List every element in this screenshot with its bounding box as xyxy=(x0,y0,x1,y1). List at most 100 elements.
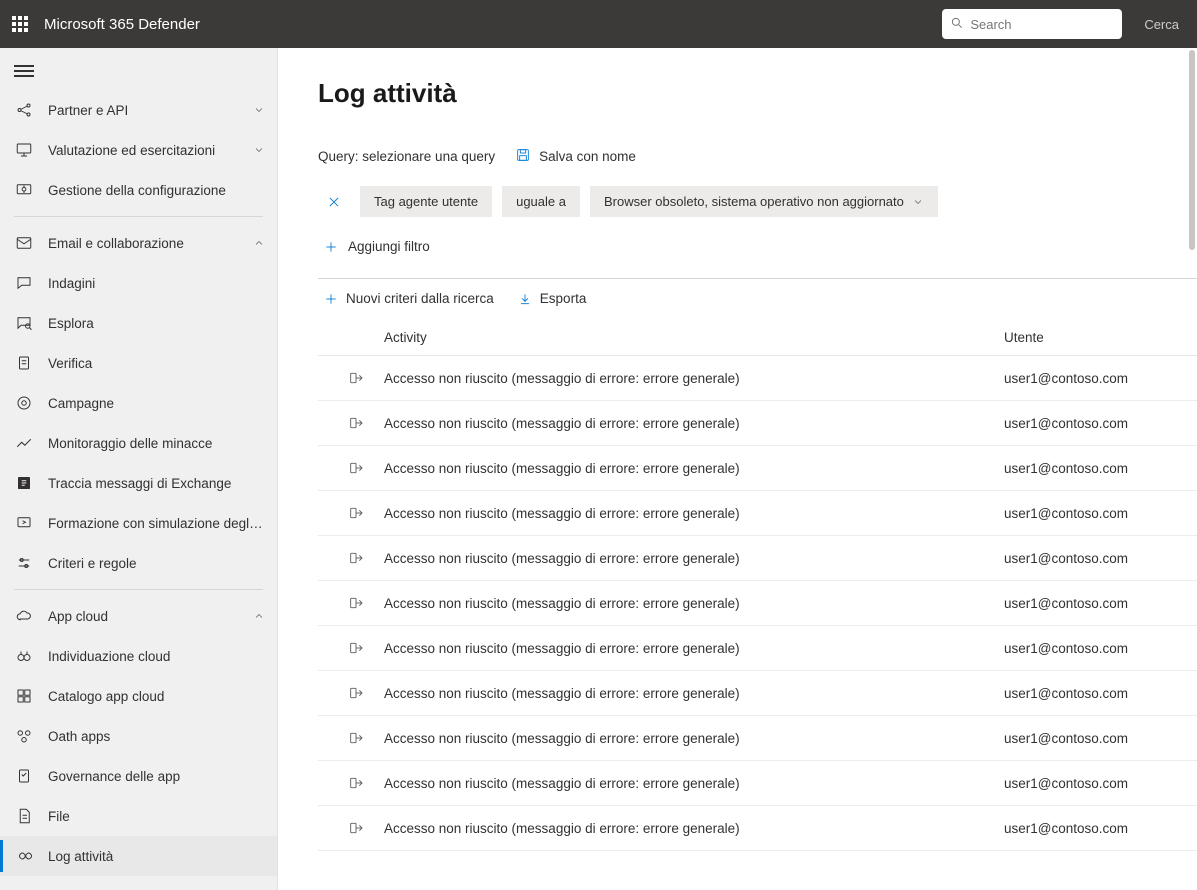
table-row[interactable]: Accesso non riuscito (messaggio di error… xyxy=(318,761,1197,806)
sidebar-item-formazione-con-simulazione-degli-attacchi[interactable]: Formazione con simulazione degli attacch… xyxy=(0,503,277,543)
grid-icon xyxy=(14,686,34,706)
scrollbar[interactable] xyxy=(1189,50,1195,888)
sidebar-item-label: Formazione con simulazione degli attacch… xyxy=(48,516,265,531)
user-cell: user1@contoso.com xyxy=(1004,686,1128,701)
sidebar-item-verifica[interactable]: Verifica xyxy=(0,343,277,383)
remove-filter-button[interactable] xyxy=(322,190,346,214)
sidebar-item-label: Catalogo app cloud xyxy=(48,689,265,704)
table-row[interactable]: Accesso non riuscito (messaggio di error… xyxy=(318,401,1197,446)
sidebar-item-label: Campagne xyxy=(48,396,265,411)
activity-cell: Accesso non riuscito (messaggio di error… xyxy=(384,371,1004,386)
sidebar-item-label: Valutazione ed esercitazioni xyxy=(48,143,253,158)
activity-cell: Accesso non riuscito (messaggio di error… xyxy=(384,731,1004,746)
logout-icon xyxy=(346,640,366,656)
save-as-button[interactable]: Salva con nome xyxy=(515,147,636,166)
user-cell: user1@contoso.com xyxy=(1004,461,1128,476)
column-activity[interactable]: Activity xyxy=(384,330,1004,345)
sidebar-item-label: Individuazione cloud xyxy=(48,649,265,664)
sidebar-item-valutazione-ed-esercitazioni[interactable]: Valutazione ed esercitazioni xyxy=(0,130,277,170)
sidebar-item-governance-delle-app[interactable]: Governance delle app xyxy=(0,756,277,796)
table-row[interactable]: Accesso non riuscito (messaggio di error… xyxy=(318,671,1197,716)
user-cell: user1@contoso.com xyxy=(1004,731,1128,746)
chevron-down-icon xyxy=(912,196,924,208)
plus-icon xyxy=(324,240,338,254)
save-icon xyxy=(515,147,531,166)
binoculars-icon xyxy=(14,646,34,666)
logout-icon xyxy=(346,550,366,566)
sidebar-item-label: Partner e API xyxy=(48,103,253,118)
sidebar-item-gestione-della-configurazione[interactable]: Gestione della configurazione xyxy=(0,170,277,210)
sidebar-item-monitoraggio-delle-minacce[interactable]: Monitoraggio delle minacce xyxy=(0,423,277,463)
activity-cell: Accesso non riuscito (messaggio di error… xyxy=(384,416,1004,431)
table-row[interactable]: Accesso non riuscito (messaggio di error… xyxy=(318,626,1197,671)
sidebar-item-label: Criteri e regole xyxy=(48,556,265,571)
clipboard-icon xyxy=(14,353,34,373)
activity-cell: Accesso non riuscito (messaggio di error… xyxy=(384,776,1004,791)
new-policy-button[interactable]: Nuovi criteri dalla ricerca xyxy=(324,291,494,306)
sidebar-item-label: Monitoraggio delle minacce xyxy=(48,436,265,451)
close-icon xyxy=(327,195,341,209)
divider xyxy=(14,589,263,590)
user-cell: user1@contoso.com xyxy=(1004,551,1128,566)
filter-value-pill[interactable]: Browser obsoleto, sistema operativo non … xyxy=(590,186,938,217)
activity-cell: Accesso non riuscito (messaggio di error… xyxy=(384,461,1004,476)
table-row[interactable]: Accesso non riuscito (messaggio di error… xyxy=(318,536,1197,581)
add-filter-button[interactable]: Aggiungi filtro xyxy=(324,235,1197,254)
activity-cell: Accesso non riuscito (messaggio di error… xyxy=(384,821,1004,836)
logout-icon xyxy=(346,505,366,521)
table-row[interactable]: Accesso non riuscito (messaggio di error… xyxy=(318,491,1197,536)
share-nodes-icon xyxy=(14,100,34,120)
chevron-up-icon xyxy=(253,237,265,249)
sidebar-item-email-e-collaborazione[interactable]: Email e collaborazione xyxy=(0,223,277,263)
app-launcher-icon[interactable] xyxy=(12,16,28,32)
sidebar: Partner e API Valutazione ed esercitazion… xyxy=(0,48,278,890)
sidebar-item-campagne[interactable]: Campagne xyxy=(0,383,277,423)
table-row[interactable]: Accesso non riuscito (messaggio di error… xyxy=(318,356,1197,401)
chevron-down-icon xyxy=(253,104,265,116)
column-user[interactable]: Utente xyxy=(1004,330,1044,345)
table-row[interactable]: Accesso non riuscito (messaggio di error… xyxy=(318,446,1197,491)
user-cell: user1@contoso.com xyxy=(1004,821,1128,836)
user-cell: user1@contoso.com xyxy=(1004,596,1128,611)
sidebar-item-indagini[interactable]: Indagini xyxy=(0,263,277,303)
export-button[interactable]: Esporta xyxy=(518,291,587,306)
global-search[interactable] xyxy=(942,9,1122,39)
filter-field-pill[interactable]: Tag agente utente xyxy=(360,186,492,217)
table-row[interactable]: Accesso non riuscito (messaggio di error… xyxy=(318,581,1197,626)
logout-icon xyxy=(346,685,366,701)
filter-operator-pill[interactable]: uguale a xyxy=(502,186,580,217)
sidebar-item-label: Log attività xyxy=(48,849,265,864)
table-row[interactable]: Accesso non riuscito (messaggio di error… xyxy=(318,806,1197,851)
scrollbar-thumb[interactable] xyxy=(1189,50,1195,250)
logout-icon xyxy=(346,595,366,611)
table-row[interactable]: Accesso non riuscito (messaggio di error… xyxy=(318,716,1197,761)
search-input[interactable] xyxy=(970,17,1114,32)
activity-cell: Accesso non riuscito (messaggio di error… xyxy=(384,596,1004,611)
search-side-text: Cerca xyxy=(1138,17,1185,32)
sidebar-item-catalogo-app-cloud[interactable]: Catalogo app cloud xyxy=(0,676,277,716)
sidebar-item-esplora[interactable]: Esplora xyxy=(0,303,277,343)
query-selector-label[interactable]: Query: selezionare una query xyxy=(318,149,495,164)
sidebar-item-criteri-e-regole[interactable]: Criteri e regole xyxy=(0,543,277,583)
sidebar-item-label: File xyxy=(48,809,265,824)
activity-cell: Accesso non riuscito (messaggio di error… xyxy=(384,686,1004,701)
sidebar-item-partner-e-api[interactable]: Partner e API xyxy=(0,90,277,130)
logout-icon xyxy=(346,820,366,836)
hamburger-icon[interactable] xyxy=(14,62,34,76)
sidebar-item-traccia-messaggi-di-exchange[interactable]: Traccia messaggi di Exchange xyxy=(0,463,277,503)
activity-cell: Accesso non riuscito (messaggio di error… xyxy=(384,551,1004,566)
sidebar-item-app-cloud[interactable]: App cloud xyxy=(0,596,277,636)
user-cell: user1@contoso.com xyxy=(1004,416,1128,431)
main-content: Log attività Query: selezionare una quer… xyxy=(278,48,1197,890)
divider xyxy=(318,278,1197,279)
sidebar-item-label: Esplora xyxy=(48,316,265,331)
sidebar-item-file[interactable]: File xyxy=(0,796,277,836)
filter-operator-label: uguale a xyxy=(516,194,566,209)
new-policy-label: Nuovi criteri dalla ricerca xyxy=(346,291,494,306)
sidebar-item-individuazione-cloud[interactable]: Individuazione cloud xyxy=(0,636,277,676)
sidebar-item-label: Governance delle app xyxy=(48,769,265,784)
exchange-icon xyxy=(14,473,34,493)
sidebar-item-log-attivit-[interactable]: Log attività xyxy=(0,836,277,876)
sidebar-item-oath-apps[interactable]: Oath apps xyxy=(0,716,277,756)
logout-icon xyxy=(346,460,366,476)
